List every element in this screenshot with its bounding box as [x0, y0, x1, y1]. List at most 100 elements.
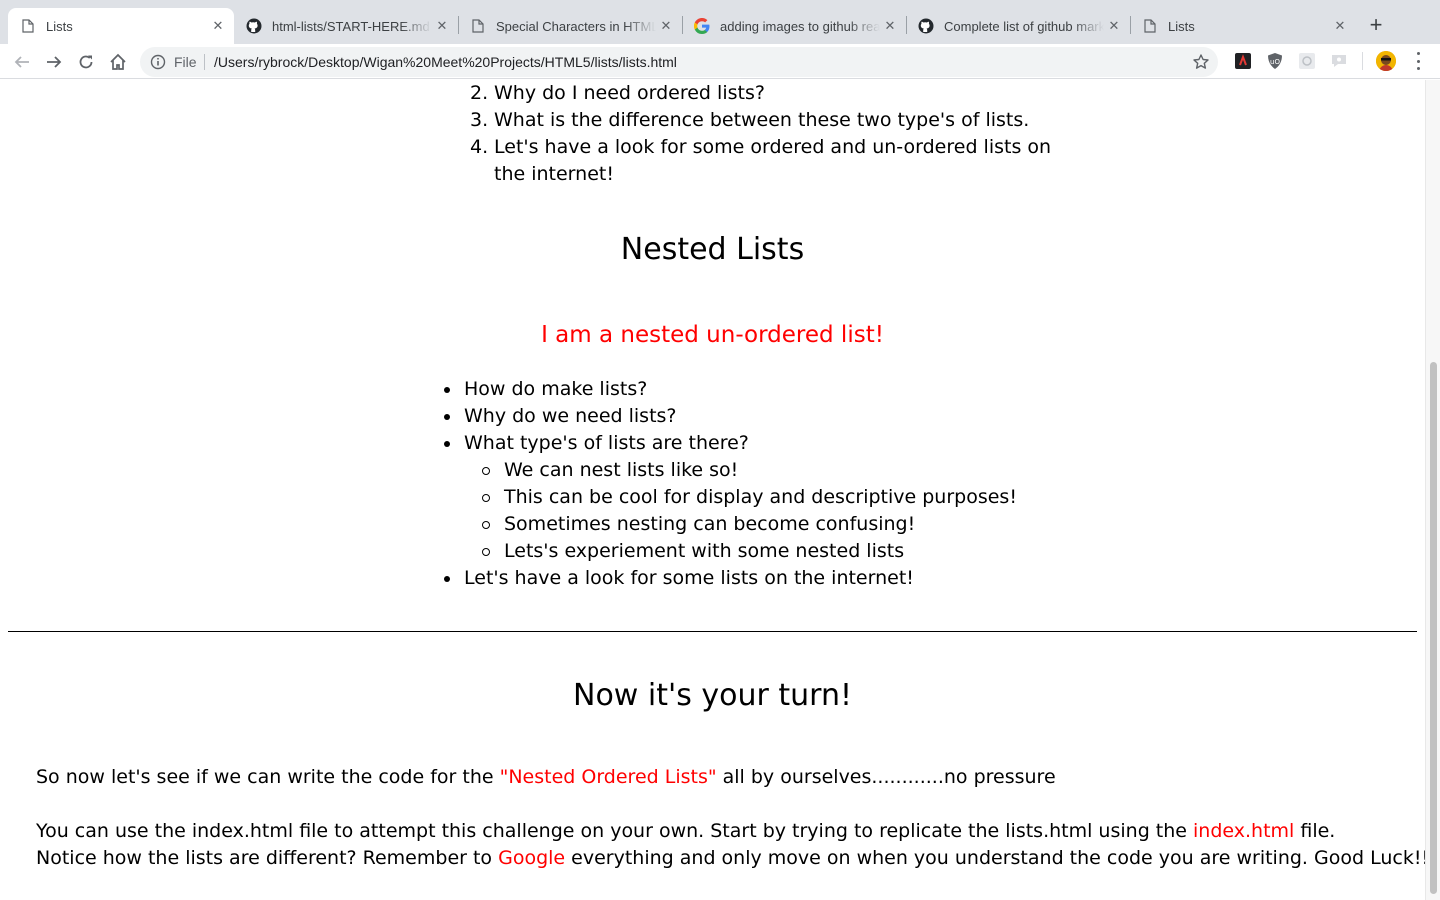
ordered-list: 2. Why do I need ordered lists? 3. What … [470, 80, 1094, 188]
dot [1416, 67, 1420, 70]
home-button[interactable] [104, 48, 132, 76]
github-icon [246, 18, 262, 34]
bullet-icon [444, 576, 450, 582]
list-item-text: Lets's experiement with some nested list… [504, 540, 905, 562]
tab-github-start-here[interactable]: html-lists/START-HERE.md at ✕ [234, 8, 458, 44]
close-icon[interactable]: ✕ [1104, 16, 1124, 36]
forward-button[interactable] [40, 48, 68, 76]
nested-list-item: Lets's experiement with some nested list… [482, 538, 1114, 565]
nested-list-item: This can be cool for display and descrip… [482, 484, 1114, 511]
close-icon[interactable]: ✕ [208, 16, 228, 36]
bullet-icon [444, 387, 450, 393]
unordered-list: How do make lists? Why do we need lists?… [444, 376, 1114, 592]
list-item: Let's have a look for some lists on the … [444, 565, 1114, 592]
circle-bullet-icon [482, 548, 490, 556]
index-html-link[interactable]: index.html [1193, 820, 1294, 842]
browser-toolbar: File /Users/rybrock/Desktop/Wigan%20Meet… [0, 44, 1440, 79]
list-item: 4. Let's have a look for some ordered an… [470, 134, 1084, 188]
browser-menu-button[interactable] [1410, 52, 1426, 70]
tab-github-markdown[interactable]: Complete list of github markdown ✕ [906, 8, 1130, 44]
google-link[interactable]: Google [498, 847, 565, 869]
dot [1416, 59, 1420, 63]
list-item-text: What is the difference between these two… [494, 109, 1030, 131]
url-scheme-label: File [174, 54, 197, 70]
paragraph-text: file. [1294, 820, 1336, 842]
page-viewport: 2. Why do I need ordered lists? 3. What … [0, 80, 1425, 900]
paragraph-text: Notice how the lists are different? Reme… [36, 847, 499, 869]
nested-list-item: Sometimes nesting can become confusing! [482, 511, 1114, 538]
circle-bullet-icon [482, 521, 490, 529]
svg-text:uO: uO [1270, 58, 1280, 66]
list-item: Why do we need lists? [444, 403, 1114, 430]
page-icon [20, 18, 36, 34]
tab-special-characters[interactable]: Special Characters in HTML ✕ [458, 8, 682, 44]
info-icon[interactable] [150, 54, 166, 70]
bullet-icon [444, 441, 450, 447]
toolbar-divider [1362, 52, 1363, 70]
list-item: 2. Why do I need ordered lists? [470, 80, 1094, 107]
close-icon[interactable]: ✕ [656, 16, 676, 36]
page-icon [1142, 18, 1158, 34]
arrow-right-icon [47, 56, 62, 68]
challenge-paragraph: So now let's see if we can write the cod… [36, 764, 1056, 791]
instructions-paragraph: You can use the index.html file to attem… [36, 818, 1335, 845]
instructions-paragraph-line2: Notice how the lists are different? Reme… [36, 845, 1425, 872]
your-turn-heading: Now it's your turn! [573, 678, 852, 713]
nested-ordered-lists-highlight: "Nested Ordered Lists" [499, 766, 717, 788]
list-item: How do make lists? [444, 376, 1114, 403]
list-item: What type's of lists are there? [444, 430, 1114, 457]
list-item-text: We can nest lists like so! [504, 459, 739, 481]
close-icon[interactable]: ✕ [880, 16, 900, 36]
paragraph-text: all by ourselves............no pressure [716, 766, 1056, 788]
bookmark-star-icon[interactable] [1192, 53, 1210, 71]
new-tab-button[interactable]: + [1364, 12, 1388, 37]
list-item-text: Sometimes nesting can become confusing! [504, 513, 916, 535]
arrow-left-icon [14, 56, 29, 68]
list-number: 4. [470, 136, 489, 158]
nested-list-item: We can nest lists like so! [482, 457, 1114, 484]
google-icon [694, 18, 710, 34]
tab-lists[interactable]: Lists ✕ [1130, 8, 1356, 44]
list-number: 3. [470, 109, 489, 131]
home-icon [110, 53, 126, 70]
tab-lists-active[interactable]: Lists ✕ [8, 8, 234, 44]
circle-bullet-icon [482, 494, 490, 502]
list-item-text: Let's have a look for some ordered and u… [494, 136, 1052, 185]
paragraph-text: You can use the index.html file to attem… [36, 820, 1194, 842]
extension-grid-icon[interactable] [1298, 52, 1316, 70]
extension-chat-icon[interactable] [1330, 52, 1348, 70]
list-item: 3. What is the difference between these … [470, 107, 1094, 134]
url-divider [204, 54, 205, 70]
close-icon[interactable]: ✕ [432, 16, 452, 36]
reload-icon [79, 55, 93, 69]
ublock-shield-icon[interactable]: uO [1266, 52, 1284, 70]
close-icon[interactable]: ✕ [1330, 16, 1350, 36]
nested-lists-heading: Nested Lists [620, 232, 805, 267]
github-icon [918, 18, 934, 34]
back-button[interactable] [8, 48, 36, 76]
url-text[interactable]: /Users/rybrock/Desktop/Wigan%20Meet%20Pr… [214, 54, 677, 70]
horizontal-rule [8, 631, 1417, 632]
tab-strip: Lists ✕ html-lists/START-HERE.md at ✕ Sp… [0, 0, 1440, 44]
list-item-text: Why do we need lists? [464, 405, 677, 427]
list-number: 2. [470, 82, 489, 104]
bullet-icon [444, 414, 450, 420]
vertical-scrollbar[interactable] [1425, 80, 1440, 900]
scrollbar-thumb[interactable] [1430, 362, 1437, 894]
paragraph-text: So now let's see if we can write the cod… [36, 766, 500, 788]
list-item-text: Let's have a look for some lists on the … [464, 567, 914, 589]
paragraph-text: everything and only move on when you und… [565, 847, 1425, 869]
dot [1416, 52, 1420, 55]
list-item-text: How do make lists? [464, 378, 648, 400]
circle-bullet-icon [482, 467, 490, 475]
tab-google-search[interactable]: adding images to github readme ✕ [682, 8, 906, 44]
list-item-text: Why do I need ordered lists? [494, 82, 765, 104]
extension-red-icon[interactable] [1234, 52, 1252, 70]
list-item-text: What type's of lists are there? [464, 432, 749, 454]
address-bar[interactable]: File /Users/rybrock/Desktop/Wigan%20Meet… [140, 47, 1218, 77]
reload-button[interactable] [72, 48, 100, 76]
nested-unordered-subheading: I am a nested un-ordered list! [541, 322, 884, 348]
list-item-text: This can be cool for display and descrip… [504, 486, 1017, 508]
profile-avatar[interactable] [1376, 51, 1396, 71]
page-icon [470, 18, 486, 34]
